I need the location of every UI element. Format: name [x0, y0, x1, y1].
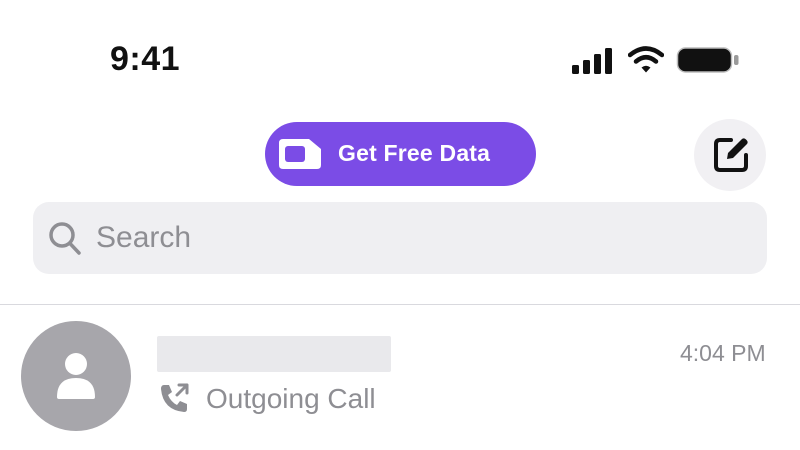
compose-button[interactable] [694, 119, 766, 191]
sim-card-icon [279, 139, 321, 169]
compose-icon [714, 138, 748, 172]
outgoing-call-icon [161, 383, 189, 412]
person-icon [57, 353, 95, 399]
timestamp: 4:04 PM [680, 340, 766, 366]
call-status-text: Outgoing Call [206, 383, 376, 414]
contact-name [157, 336, 391, 372]
status-time: 9:41 [110, 40, 181, 78]
battery-icon [676, 47, 739, 73]
status-icons [572, 46, 739, 76]
wifi-icon [628, 46, 664, 73]
status-bar: 9:41 [0, 0, 800, 110]
divider [0, 304, 800, 305]
search-icon [49, 222, 81, 255]
get-free-data-label: Get Free Data [338, 140, 491, 166]
avatar [21, 321, 131, 431]
cellular-signal-icon [572, 48, 612, 74]
search-input[interactable] [96, 218, 736, 258]
